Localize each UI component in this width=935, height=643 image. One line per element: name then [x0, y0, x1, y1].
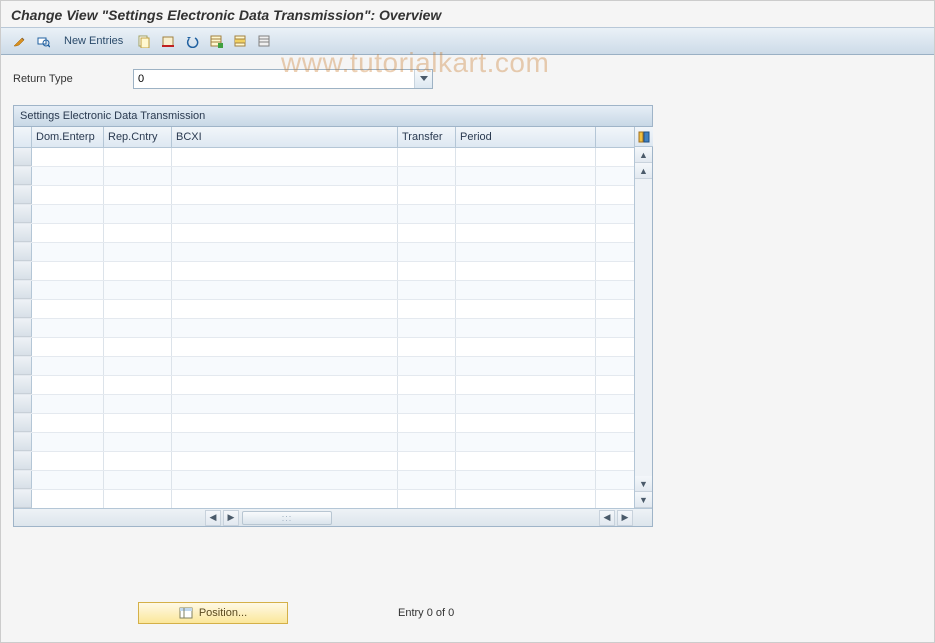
- table-panel: Settings Electronic Data Transmission Do…: [13, 105, 653, 527]
- footer-bar: Position... Entry 0 of 0: [1, 602, 934, 624]
- table-row[interactable]: [14, 490, 634, 508]
- return-type-row: Return Type 0: [13, 69, 922, 89]
- row-selector-header[interactable]: [14, 127, 32, 147]
- scroll-left-icon[interactable]: ◀: [205, 510, 221, 526]
- table-panel-title: Settings Electronic Data Transmission: [14, 106, 652, 127]
- table-row[interactable]: [14, 357, 634, 376]
- position-label: Position...: [199, 607, 247, 619]
- scroll-down-icon[interactable]: ▼: [635, 492, 652, 508]
- col-header-period[interactable]: Period: [456, 127, 596, 147]
- table-row[interactable]: [14, 205, 634, 224]
- select-block-icon[interactable]: [230, 31, 250, 51]
- other-view-icon[interactable]: [33, 31, 53, 51]
- position-icon: [179, 607, 193, 619]
- position-button[interactable]: Position...: [138, 602, 288, 624]
- table-row[interactable]: [14, 262, 634, 281]
- scroll-down-icon[interactable]: ▼: [635, 476, 652, 492]
- scroll-right-icon[interactable]: ▶: [223, 510, 239, 526]
- horizontal-scrollbar[interactable]: ◀ ▶ ::: ◀ ▶: [14, 508, 652, 526]
- col-header-dom-enterp[interactable]: Dom.Enterp: [32, 127, 104, 147]
- scroll-track[interactable]: [635, 179, 652, 476]
- select-all-icon[interactable]: [206, 31, 226, 51]
- return-type-dropdown[interactable]: 0: [133, 69, 433, 89]
- toggle-change-icon[interactable]: [9, 31, 29, 51]
- table-row[interactable]: [14, 338, 634, 357]
- col-header-rep-cntry[interactable]: Rep.Cntry: [104, 127, 172, 147]
- entry-status: Entry 0 of 0: [398, 607, 454, 619]
- grid-header: Dom.Enterp Rep.Cntry BCXI Transfer Perio…: [14, 127, 634, 148]
- scroll-up-icon[interactable]: ▲: [635, 163, 652, 179]
- table-row[interactable]: [14, 186, 634, 205]
- table-row[interactable]: [14, 281, 634, 300]
- table-row[interactable]: [14, 167, 634, 186]
- scroll-up-icon[interactable]: ▲: [635, 147, 652, 163]
- table-row[interactable]: [14, 224, 634, 243]
- vertical-scrollbar[interactable]: ▲ ▲ ▼ ▼: [634, 127, 652, 508]
- scroll-thumb[interactable]: :::: [242, 511, 332, 525]
- deselect-all-icon[interactable]: [254, 31, 274, 51]
- table-row[interactable]: [14, 319, 634, 338]
- page-title: Change View "Settings Electronic Data Tr…: [1, 1, 934, 27]
- application-toolbar: New Entries: [1, 27, 934, 55]
- table-row[interactable]: [14, 395, 634, 414]
- new-entries-button[interactable]: New Entries: [57, 31, 130, 51]
- table-row[interactable]: [14, 300, 634, 319]
- copy-as-icon[interactable]: [134, 31, 154, 51]
- col-header-transfer[interactable]: Transfer: [398, 127, 456, 147]
- return-type-value: 0: [134, 73, 414, 85]
- undo-icon[interactable]: [182, 31, 202, 51]
- table-row[interactable]: [14, 433, 634, 452]
- col-header-bcxi[interactable]: BCXI: [172, 127, 398, 147]
- table-row[interactable]: [14, 148, 634, 167]
- table-row[interactable]: [14, 414, 634, 433]
- delete-icon[interactable]: [158, 31, 178, 51]
- table-row[interactable]: [14, 376, 634, 395]
- table-settings-icon[interactable]: [635, 127, 653, 147]
- content-area: Return Type 0 Settings Electronic Data T…: [1, 55, 934, 535]
- table-row[interactable]: [14, 471, 634, 490]
- table-row[interactable]: [14, 452, 634, 471]
- table-row[interactable]: [14, 243, 634, 262]
- return-type-label: Return Type: [13, 73, 123, 85]
- dropdown-arrow-icon[interactable]: [414, 70, 432, 88]
- scroll-right-icon[interactable]: ▶: [617, 510, 633, 526]
- scroll-left-icon[interactable]: ◀: [599, 510, 615, 526]
- grid-body: [14, 148, 634, 508]
